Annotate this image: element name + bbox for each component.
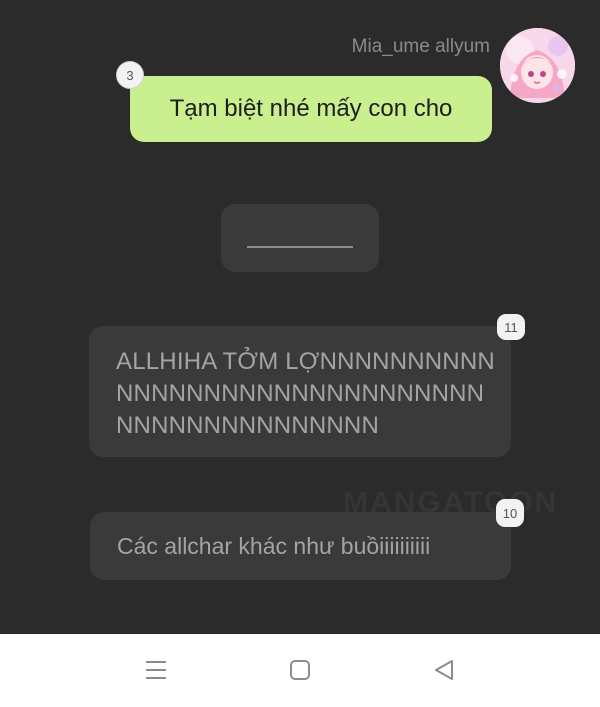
home-button[interactable] bbox=[282, 654, 318, 686]
anime-avatar-image bbox=[500, 28, 575, 103]
divider-line bbox=[247, 246, 353, 248]
message-text: ALLHIHA TỞM LỢNNNNNNNNNNNNNNNNNNNNNNNNNN… bbox=[116, 348, 495, 439]
comment-count-badge[interactable]: 11 bbox=[497, 314, 525, 340]
message-text: Các allchar khác như buồiiiiiiiiii bbox=[117, 533, 431, 559]
back-triangle-icon bbox=[435, 660, 453, 680]
menu-lines-icon bbox=[146, 661, 166, 679]
back-button[interactable] bbox=[426, 654, 462, 686]
comment-count-badge[interactable]: 3 bbox=[117, 62, 143, 88]
chat-area: Mia_ume allyum Tạm biệt nhé mấy con cho … bbox=[0, 0, 600, 634]
system-navigation-bar bbox=[0, 634, 600, 707]
divider-bubble bbox=[221, 204, 379, 272]
comment-count-badge[interactable]: 10 bbox=[496, 499, 524, 527]
home-square-icon bbox=[290, 660, 310, 680]
message-text: Tạm biệt nhé mấy con cho bbox=[169, 95, 453, 122]
own-message-bubble[interactable]: Tạm biệt nhé mấy con cho bbox=[130, 76, 492, 142]
avatar[interactable] bbox=[500, 28, 575, 103]
sender-name: Mia_ume allyum bbox=[351, 36, 490, 57]
recent-apps-button[interactable] bbox=[138, 654, 174, 686]
